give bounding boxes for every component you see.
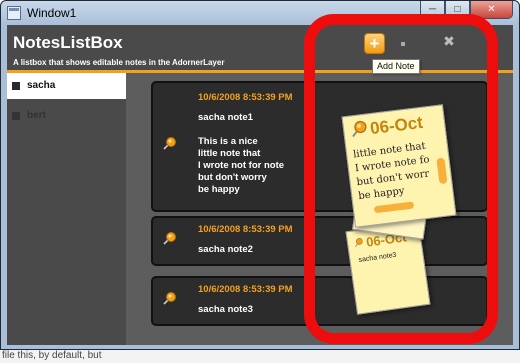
sidebar-item-sacha[interactable]: sacha (7, 73, 126, 99)
window-icon[interactable] (7, 6, 21, 20)
pushpin-icon (163, 232, 176, 245)
bullet-square-icon (12, 82, 20, 90)
sidebar-list[interactable]: sacha bert (7, 73, 126, 345)
pushpin-icon (163, 292, 176, 305)
page-title: NotesListBox (13, 33, 123, 52)
sidebar-item-label: sacha (27, 80, 56, 91)
sidebar-item-bert[interactable]: bert (7, 103, 126, 129)
note-timestamp: 10/6/2008 8:53:39 PM (198, 224, 293, 235)
highlight-ring (304, 14, 498, 344)
note-timestamp: 10/6/2008 8:53:39 PM (198, 92, 293, 103)
note-body[interactable]: sacha note1 This is a nice little note t… (198, 112, 284, 196)
page-subtitle: A listbox that shows editable notes in t… (13, 58, 225, 67)
desktop-text-fragment: file this, by default, but (2, 350, 102, 361)
sidebar-item-label: bert (27, 110, 46, 121)
note-timestamp: 10/6/2008 8:53:39 PM (198, 284, 293, 295)
pushpin-icon (163, 137, 176, 150)
note-body[interactable]: sacha note3 (198, 304, 253, 316)
note-body[interactable]: sacha note2 (198, 244, 253, 256)
window-title: Window1 (27, 6, 77, 20)
bullet-square-icon (12, 112, 20, 120)
